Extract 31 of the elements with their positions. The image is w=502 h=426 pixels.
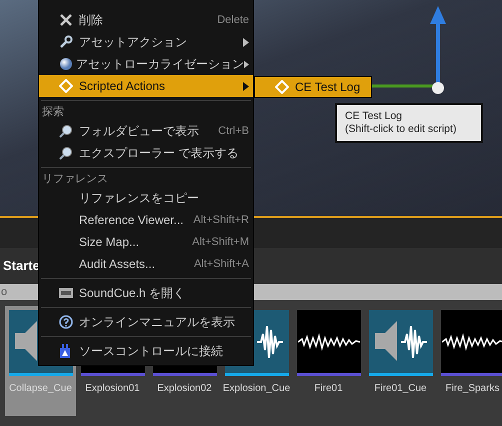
menu-item-label: 削除 [79,12,103,29]
menu-item-label: SoundCue.h を開く [79,285,186,302]
submenu-item-label: CE Test Log [295,79,360,96]
menu-item-label: Reference Viewer... [79,212,184,229]
menu-item-label: アセットアクション [79,34,187,51]
shortcut-label: Ctrl+B [218,124,249,139]
asset-name: Explosion01 [84,382,141,396]
asset-name: Fire_Sparks [444,382,500,396]
menu-item-label: エクスプローラー で表示する [79,145,238,162]
menu-item-label: Scripted Actions [79,78,166,95]
panel-title: Starte [3,257,40,276]
asset-name: Fire01_Cue [373,382,428,396]
shortcut-label: Alt+Shift+A [194,256,249,272]
asset-name: Collapse_Cue [8,382,73,396]
menu-item-label: ソースコントロールに接続 [79,343,223,360]
shortcut-label: Delete [217,12,249,28]
asset-name: Fire01 [313,382,344,396]
shortcut-label: Alt+Shift+R [193,212,249,228]
asset-name: Explosion_Cue [222,382,292,396]
shortcut-label: Alt+Shift+M [192,234,249,250]
section-header: リファレンス [41,172,109,187]
tooltip-text: CE Test Log [345,110,404,123]
tooltip-text: (Shift-click to edit script) [345,123,458,136]
menu-item-label: Audit Assets... [79,256,156,273]
menu-item-label: Size Map... [79,234,140,251]
asset-name: Explosion02 [156,382,213,396]
menu-item-label: オンラインマニュアルを表示 [79,314,235,331]
section-header: 探索 [41,104,65,120]
menu-item-label: リファレンスをコピー [79,190,199,207]
menu-item-label: アセットローカライゼーション [76,56,244,73]
menu-item-label: フォルダビューで表示 [79,123,199,140]
